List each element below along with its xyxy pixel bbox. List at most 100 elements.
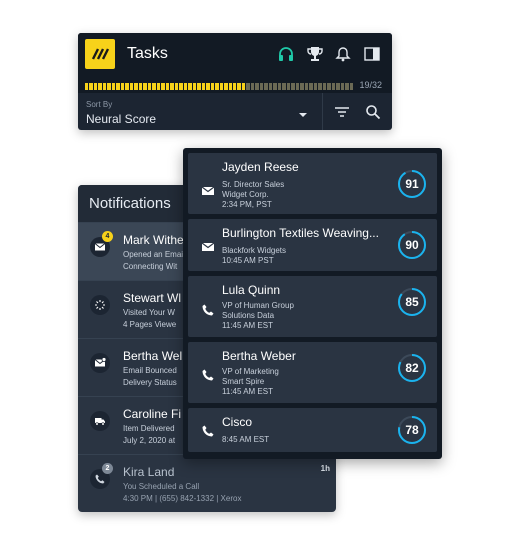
progress-segment <box>295 83 300 90</box>
progress-segment <box>241 83 246 90</box>
lead-detail: VP of Marketing <box>222 367 279 376</box>
progress-segment <box>156 83 161 90</box>
notification-count-badge: 4 <box>102 231 113 242</box>
progress-segment <box>286 83 291 90</box>
neural-score-value: 90 <box>405 238 419 252</box>
progress-segment <box>277 83 282 90</box>
progress-segment <box>264 83 268 90</box>
notification-name: Mark Withe <box>123 233 184 247</box>
trophy-icon[interactable] <box>306 45 324 63</box>
page-title: Tasks <box>127 45 168 62</box>
progress-segment <box>246 83 250 90</box>
neural-score-value: 91 <box>405 177 419 191</box>
progress-segment <box>147 83 152 90</box>
sort-label: Sort By <box>86 100 113 109</box>
neural-score-value: 85 <box>405 295 419 309</box>
lead-card[interactable]: Lula Quinn VP of Human Group Solutions D… <box>188 276 437 337</box>
lead-detail: 10:45 AM PST <box>222 256 274 265</box>
notifications-title: Notifications <box>89 195 171 212</box>
task-progress-bar <box>85 83 354 90</box>
lead-name: Jayden Reese <box>222 160 299 174</box>
progress-segment <box>300 83 304 90</box>
progress-segment <box>165 83 170 90</box>
lead-card[interactable]: Burlington Textiles Weaving... Blackfork… <box>188 219 437 271</box>
progress-segment <box>102 83 107 90</box>
progress-segment <box>161 83 165 90</box>
sidebar-panel-icon[interactable] <box>363 45 381 63</box>
progress-segment <box>183 83 188 90</box>
notification-detail: July 2, 2020 at <box>123 436 176 445</box>
progress-segment <box>120 83 125 90</box>
sort-value: Neural Score <box>86 112 157 126</box>
headset-icon[interactable] <box>277 45 295 63</box>
progress-segment <box>210 83 215 90</box>
notification-detail: Item Delivered <box>123 424 175 433</box>
progress-segment <box>282 83 286 90</box>
neural-score-ring: 85 <box>397 287 427 317</box>
lead-detail: 11:45 AM EST <box>222 387 273 396</box>
notification-time: 1h <box>320 464 330 473</box>
filter-icon[interactable] <box>333 103 351 121</box>
progress-segment <box>107 83 111 90</box>
progress-segment <box>228 83 232 90</box>
progress-segment <box>336 83 340 90</box>
progress-segment <box>116 83 120 90</box>
lead-detail: Sr. Director Sales <box>222 180 285 189</box>
notification-count-badge: 2 <box>102 463 113 474</box>
neural-score-value: 78 <box>405 423 419 437</box>
progress-segment <box>224 83 228 90</box>
progress-segment <box>89 83 93 90</box>
progress-segment <box>85 83 89 90</box>
progress-segment <box>273 83 277 90</box>
notification-detail: Email Bounced <box>123 366 177 375</box>
lead-card[interactable]: Bertha Weber VP of Marketing Smart Spire… <box>188 342 437 403</box>
notification-detail: Delivery Status <box>123 378 177 387</box>
lead-detail: Blackfork Widgets <box>222 246 287 255</box>
sort-dropdown[interactable]: Sort By Neural Score <box>78 93 323 130</box>
progress-segment <box>259 83 264 90</box>
notification-detail: Visited Your W <box>123 308 175 317</box>
notification-detail: 4 Pages Viewe <box>123 320 177 329</box>
lead-detail: Solutions Data <box>222 311 275 320</box>
lead-card[interactable]: Cisco 8:45 AM EST 78 <box>188 408 437 452</box>
progress-segment <box>179 83 183 90</box>
progress-segment <box>206 83 210 90</box>
lead-detail: 8:45 AM EST <box>222 435 270 444</box>
lead-name: Cisco <box>222 415 253 429</box>
progress-segment <box>309 83 313 90</box>
progress-segment <box>174 83 179 90</box>
mail-icon <box>201 186 215 195</box>
progress-segment <box>340 83 345 90</box>
progress-segment <box>215 83 219 90</box>
progress-segment <box>219 83 224 90</box>
progress-segment <box>313 83 318 90</box>
progress-segment <box>129 83 134 90</box>
neural-score-value: 82 <box>405 361 419 375</box>
progress-segment <box>138 83 143 90</box>
progress-segment <box>327 83 331 90</box>
notification-item[interactable]: 2 Kira Land 1h You Scheduled a Call 4:30… <box>78 454 336 512</box>
phone-icon <box>202 369 214 381</box>
lead-detail: VP of Human Group <box>222 301 294 310</box>
notification-detail: Connecting Wit <box>123 262 178 271</box>
lead-name: Lula Quinn <box>222 283 281 297</box>
progress-segment <box>322 83 327 90</box>
tasks-header: Tasks <box>78 33 392 75</box>
progress-segment <box>291 83 295 90</box>
progress-segment <box>250 83 255 90</box>
progress-segment <box>201 83 206 90</box>
neural-score-ring: 82 <box>397 353 427 383</box>
lead-cards-panel: Jayden Reese Sr. Director Sales Widget C… <box>183 148 442 459</box>
neural-score-ring: 90 <box>397 230 427 260</box>
bell-icon[interactable] <box>334 45 352 63</box>
lead-name: Bertha Weber <box>222 349 296 363</box>
lead-card[interactable]: Jayden Reese Sr. Director Sales Widget C… <box>188 153 437 214</box>
task-progress: 19/32 <box>78 75 392 93</box>
progress-segment <box>331 83 336 90</box>
progress-segment <box>93 83 98 90</box>
search-icon[interactable] <box>364 103 382 121</box>
notification-detail: 4:30 PM | (655) 842-1332 | Xerox <box>123 494 242 503</box>
lead-detail: 2:34 PM, PST <box>222 200 272 209</box>
lead-detail: Widget Corp. <box>222 190 269 199</box>
progress-segment <box>255 83 259 90</box>
